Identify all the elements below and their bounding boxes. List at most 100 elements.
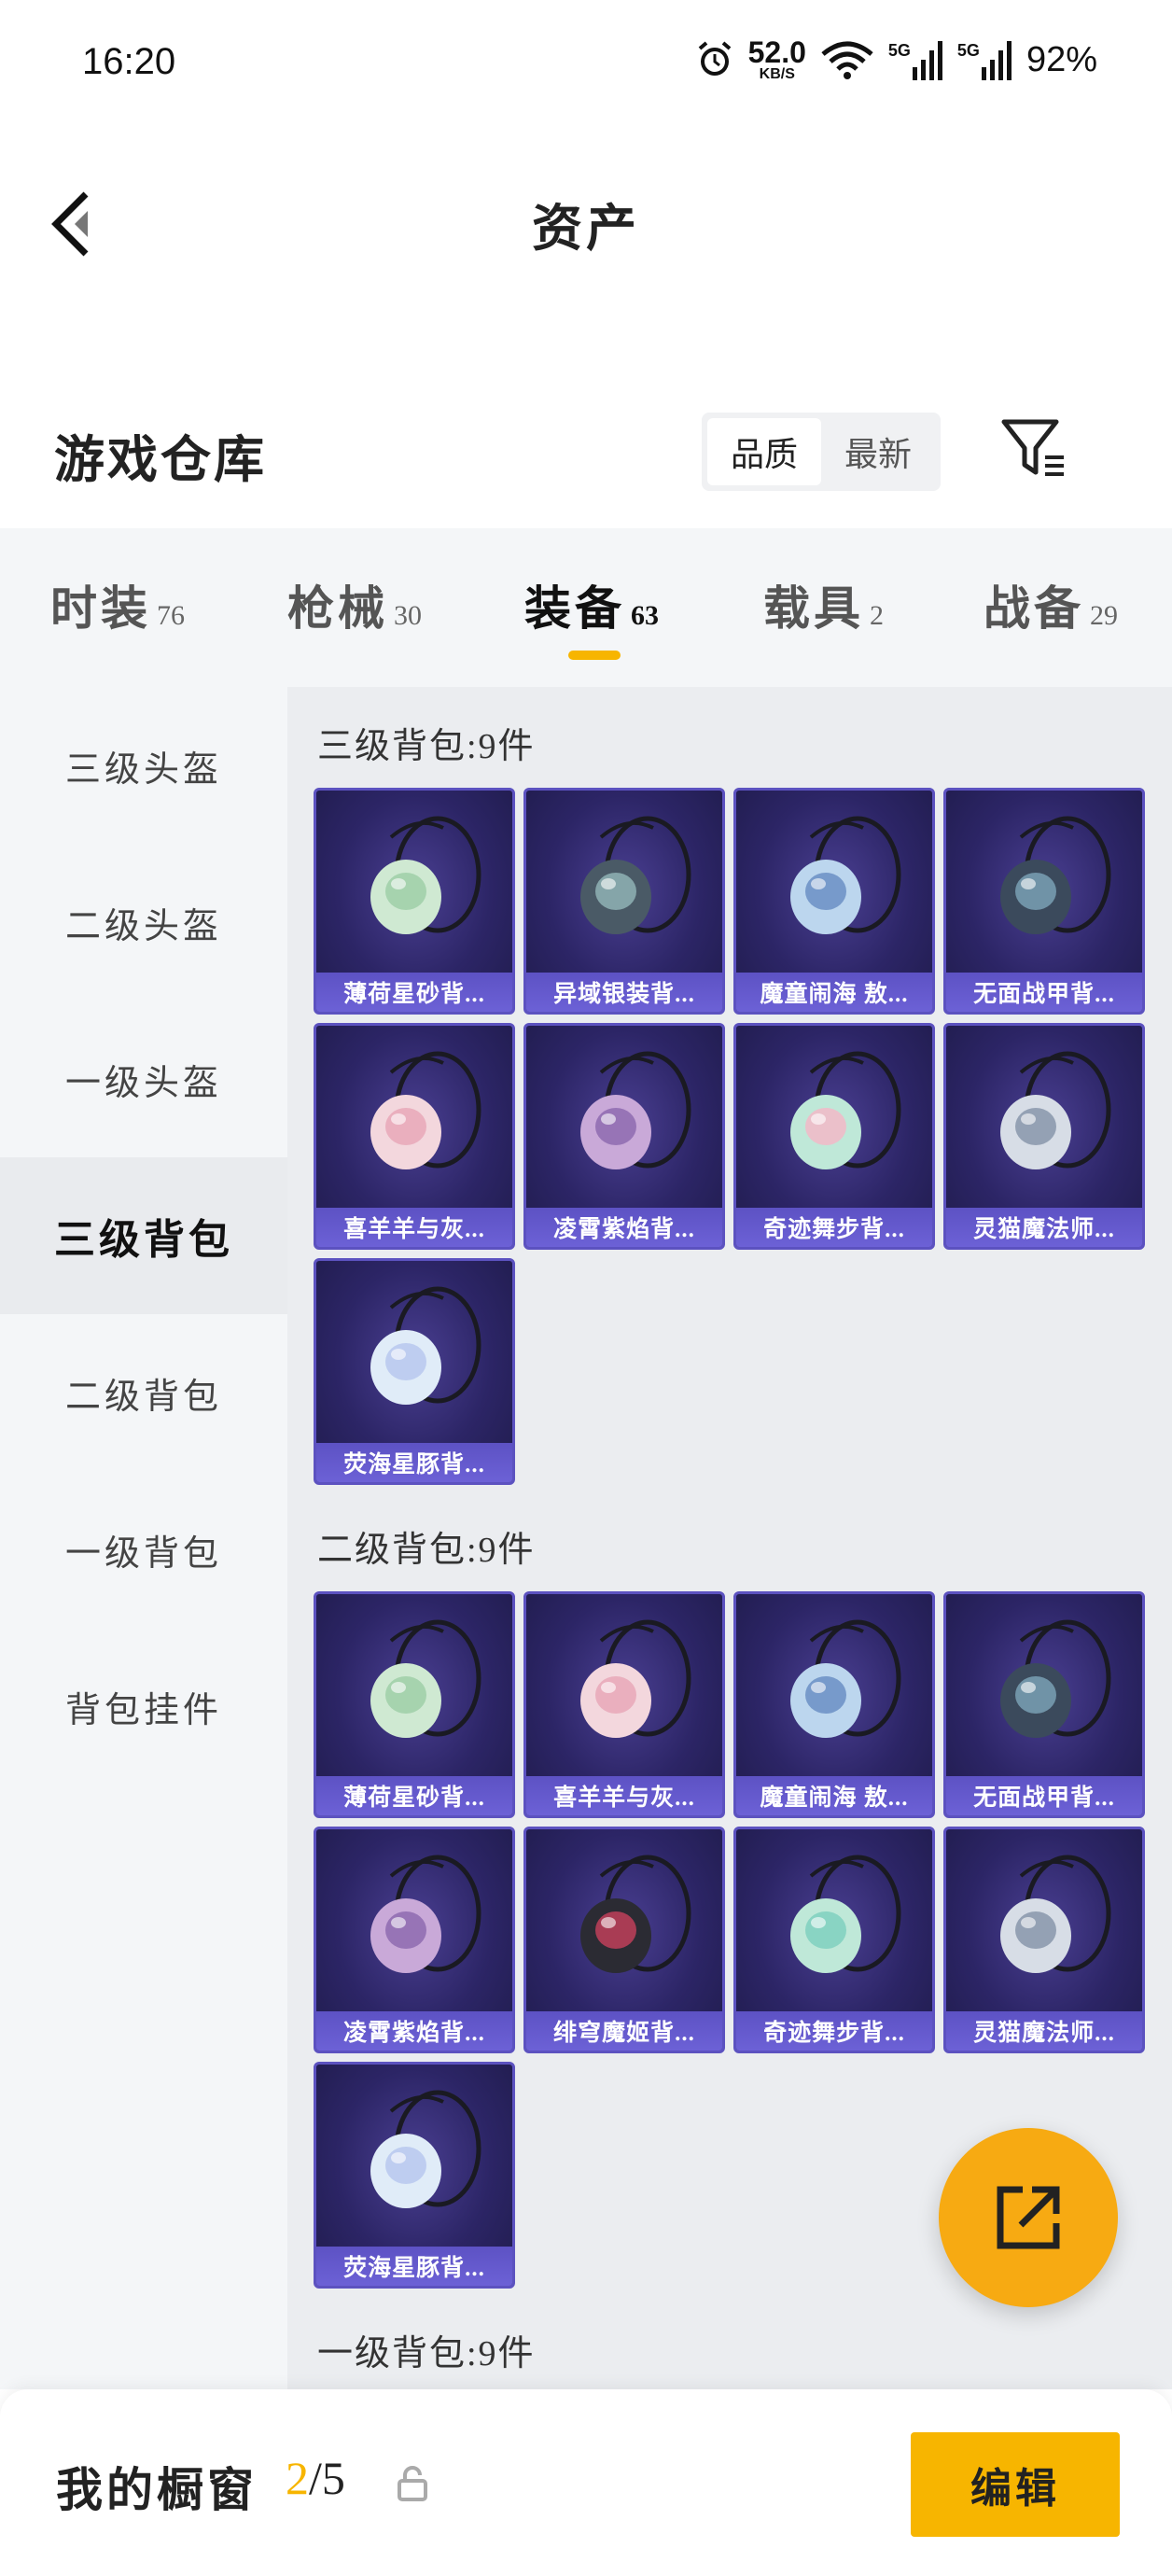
item-card[interactable]: 灵猫魔法师... bbox=[943, 1023, 1145, 1250]
signal-1-label: 5G bbox=[887, 41, 911, 60]
item-card[interactable]: 无面战甲背... bbox=[943, 788, 1145, 1015]
lock-icon bbox=[398, 2466, 427, 2501]
subcategory-sidebar: 三级头盔 二级头盔 一级头盔 三级背包 二级背包 一级背包 背包挂件 bbox=[0, 687, 287, 2389]
signal-2-label: 5G bbox=[956, 41, 980, 60]
backpack-item-image bbox=[370, 816, 481, 934]
item-label-bar: 奇迹舞步背... bbox=[736, 2011, 932, 2051]
item-card[interactable]: 喜羊羊与灰... bbox=[523, 1591, 725, 1818]
item-card[interactable]: 凌霄紫焰背... bbox=[523, 1023, 725, 1250]
backpack-item-image bbox=[790, 1051, 901, 1169]
sort-toggle: 品质 最新 bbox=[702, 413, 941, 491]
tab-vehicles[interactable]: 载具 2 bbox=[763, 571, 884, 638]
item-label-bar: 无面战甲背... bbox=[946, 1776, 1142, 1815]
tab-label: 装备 bbox=[524, 582, 625, 635]
sidebar-item-lv1-backpack[interactable]: 一级背包 bbox=[0, 1471, 287, 1628]
net-speed-value: 52.0 bbox=[747, 35, 806, 69]
sidebar-item-backpack-charm[interactable]: 背包挂件 bbox=[0, 1628, 287, 1785]
filter-icon[interactable] bbox=[998, 416, 1069, 482]
showcase-separator: / bbox=[309, 2452, 322, 2504]
item-name: 无面战甲背... bbox=[973, 982, 1115, 1007]
item-label-bar: 凌霄紫焰背... bbox=[526, 1208, 722, 1247]
item-label-bar: 灵猫魔法师... bbox=[946, 2011, 1142, 2051]
item-label-bar: 薄荷星砂背... bbox=[316, 1776, 512, 1815]
sort-quality-option[interactable]: 品质 bbox=[707, 418, 821, 485]
item-card[interactable]: 无面战甲背... bbox=[943, 1591, 1145, 1818]
backpack-item-image bbox=[580, 1855, 691, 1973]
sort-newest-option[interactable]: 最新 bbox=[821, 418, 935, 485]
item-card[interactable]: 薄荷星砂背... bbox=[314, 1591, 515, 1818]
backpack-item-image bbox=[370, 2090, 481, 2208]
share-external-icon bbox=[997, 2186, 1060, 2249]
sidebar-item-lv2-helmet[interactable]: 二级头盔 bbox=[0, 844, 287, 1001]
item-label-bar: 凌霄紫焰背... bbox=[316, 2011, 512, 2051]
tab-count: 63 bbox=[631, 600, 659, 631]
backpack-item-image bbox=[580, 1051, 691, 1169]
item-name: 荧海星豚背... bbox=[343, 1452, 485, 1477]
tab-label: 枪械 bbox=[287, 582, 388, 635]
item-card[interactable]: 魔童闹海 敖... bbox=[733, 1591, 935, 1818]
tab-battle-prep[interactable]: 战备 29 bbox=[984, 571, 1118, 638]
backpack-item-image bbox=[1000, 1855, 1111, 1973]
tab-equipment[interactable]: 装备 63 bbox=[524, 571, 659, 638]
item-name: 薄荷星砂背... bbox=[343, 1785, 485, 1811]
item-card[interactable]: 魔童闹海 敖... bbox=[733, 788, 935, 1015]
backpack-item-image bbox=[580, 816, 691, 934]
signal-bars-icon bbox=[981, 41, 1012, 80]
item-card[interactable]: 奇迹舞步背... bbox=[733, 1023, 935, 1250]
sidebar-item-lv1-helmet[interactable]: 一级头盔 bbox=[0, 1001, 287, 1157]
section-title: 三级背包:9件 bbox=[317, 727, 536, 766]
backpack-item-image bbox=[790, 816, 901, 934]
item-card[interactable]: 异域银装背... bbox=[523, 788, 725, 1015]
signal-1: 5G bbox=[888, 39, 944, 80]
item-card[interactable]: 薄荷星砂背... bbox=[314, 788, 515, 1015]
page-title: 资产 bbox=[532, 201, 640, 257]
net-speed: 52.0 KB/S bbox=[748, 37, 806, 82]
sidebar-item-lv3-backpack[interactable]: 三级背包 bbox=[0, 1157, 287, 1314]
item-card[interactable]: 荧海星豚背... bbox=[314, 1258, 515, 1485]
backpack-item-image bbox=[370, 1286, 481, 1405]
tab-fashion[interactable]: 时装 76 bbox=[50, 571, 185, 638]
status-icons: 52.0 KB/S 5G 5G 92% bbox=[694, 37, 1097, 82]
item-label-bar: 荧海星豚背... bbox=[316, 1443, 512, 1482]
item-card[interactable]: 奇迹舞步背... bbox=[733, 1827, 935, 2053]
item-name: 灵猫魔法师... bbox=[973, 2021, 1115, 2046]
warehouse-title: 游戏仓库 bbox=[54, 432, 267, 488]
item-name: 魔童闹海 敖... bbox=[760, 982, 909, 1007]
item-label-bar: 无面战甲背... bbox=[946, 973, 1142, 1012]
net-speed-unit: KB/S bbox=[759, 66, 795, 82]
status-time: 16:20 bbox=[82, 41, 176, 82]
backpack-item-image bbox=[1000, 816, 1111, 934]
section-title: 一级背包:9件 bbox=[317, 2334, 536, 2373]
item-card[interactable]: 灵猫魔法师... bbox=[943, 1827, 1145, 2053]
item-label-bar: 魔童闹海 敖... bbox=[736, 973, 932, 1012]
backpack-item-image bbox=[1000, 1051, 1111, 1169]
tab-label: 载具 bbox=[763, 582, 864, 635]
item-card[interactable]: 喜羊羊与灰... bbox=[314, 1023, 515, 1250]
sidebar-item-lv3-helmet[interactable]: 三级头盔 bbox=[0, 687, 287, 844]
backpack-item-image bbox=[1000, 1619, 1111, 1738]
item-label-bar: 绯穹魔姬背... bbox=[526, 2011, 722, 2051]
item-label-bar: 喜羊羊与灰... bbox=[316, 1208, 512, 1247]
sidebar-item-lv2-backpack[interactable]: 二级背包 bbox=[0, 1314, 287, 1471]
showcase-bar: 我的橱窗 2 / 5 编辑 bbox=[0, 2389, 1172, 2576]
item-name: 绯穹魔姬背... bbox=[553, 2021, 695, 2046]
item-label-bar: 灵猫魔法师... bbox=[946, 1208, 1142, 1247]
backpack-item-image bbox=[580, 1619, 691, 1738]
backpack-item-image bbox=[370, 1051, 481, 1169]
item-name: 异域银装背... bbox=[553, 982, 695, 1007]
item-name: 凌霄紫焰背... bbox=[343, 2021, 485, 2046]
item-name: 喜羊羊与灰... bbox=[553, 1785, 695, 1811]
backpack-item-image bbox=[370, 1855, 481, 1973]
share-floating-button[interactable] bbox=[939, 2128, 1118, 2307]
backpack-item-image bbox=[790, 1855, 901, 1973]
alarm-icon bbox=[698, 41, 731, 76]
active-tab-indicator bbox=[568, 651, 621, 660]
item-card[interactable]: 荧海星豚背... bbox=[314, 2062, 515, 2289]
item-card[interactable]: 凌霄紫焰背... bbox=[314, 1827, 515, 2053]
tab-count: 29 bbox=[1090, 600, 1118, 631]
item-card[interactable]: 绯穹魔姬背... bbox=[523, 1827, 725, 2053]
tab-firearms[interactable]: 枪械 30 bbox=[287, 571, 422, 638]
item-name: 奇迹舞步背... bbox=[763, 1217, 905, 1242]
item-label-bar: 喜羊羊与灰... bbox=[526, 1776, 722, 1815]
edit-button[interactable]: 编辑 bbox=[911, 2432, 1120, 2537]
